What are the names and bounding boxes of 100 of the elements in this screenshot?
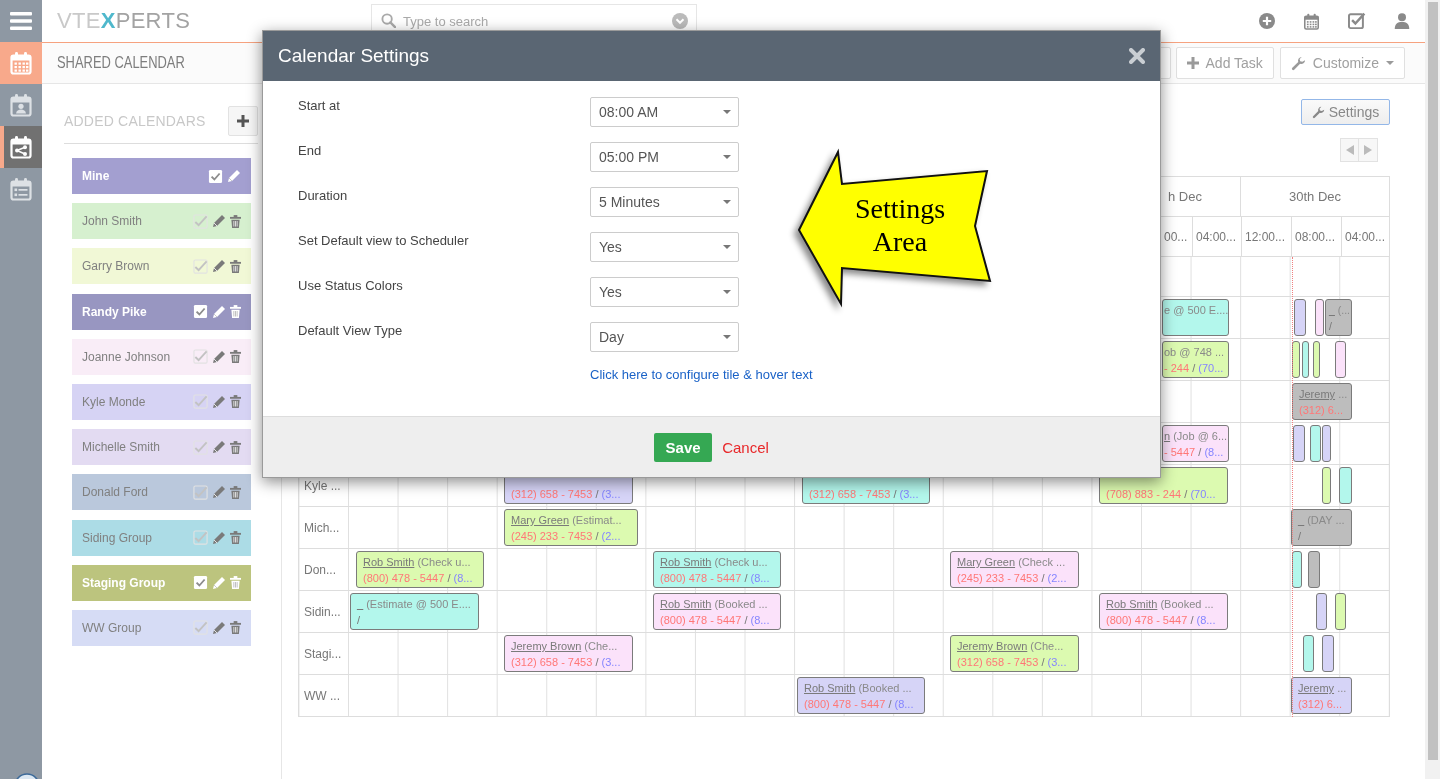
contact-link[interactable]: Rob Smith	[660, 556, 712, 568]
dropdown-field[interactable]: Day	[590, 322, 739, 352]
customize-button[interactable]: Customize	[1279, 47, 1405, 79]
event-block[interactable]: ob @ 748 ... - 244 / (70...	[1162, 341, 1229, 378]
pencil-icon[interactable]	[212, 349, 226, 364]
add-calendar-button[interactable]	[228, 106, 258, 136]
dropdown-field[interactable]: Yes	[590, 277, 739, 307]
add-task-button[interactable]: Add Task	[1175, 47, 1274, 79]
event-block[interactable]: Rob Smith (Check u... (800) 478 - 5447 / (8...	[653, 551, 781, 588]
calendar-icon[interactable]	[1303, 12, 1320, 30]
pencil-icon[interactable]	[212, 530, 226, 545]
contact-link[interactable]: Jeremy	[1298, 682, 1335, 694]
trash-icon[interactable]	[230, 305, 241, 319]
plus-circle-icon[interactable]	[1259, 13, 1275, 29]
event-block[interactable]: e @ 500 E....	[1162, 299, 1229, 336]
next-button[interactable]	[1359, 138, 1378, 162]
save-button[interactable]: Save	[654, 432, 713, 462]
event-block[interactable]	[1335, 593, 1346, 630]
event-block[interactable]: n (Job @ 6... - 5447 / (8...	[1162, 425, 1229, 462]
calendar-item[interactable]: Joanne Johnson	[72, 338, 251, 375]
check-square-icon[interactable]	[193, 213, 208, 229]
event-block[interactable]: Mary Green (Check ... (245) 233 - 7453 / (2...	[950, 551, 1079, 588]
trash-icon[interactable]	[230, 485, 241, 499]
contact-link[interactable]: Jeremy Brown	[957, 640, 1028, 652]
settings-button[interactable]: Settings	[1301, 99, 1390, 125]
check-square-icon[interactable]	[193, 394, 208, 410]
trash-icon[interactable]	[230, 531, 241, 544]
pencil-icon[interactable]	[212, 485, 226, 500]
contact-link[interactable]: n	[1164, 430, 1171, 442]
event-block[interactable]: _ (... /	[1325, 299, 1352, 336]
pencil-icon[interactable]	[212, 214, 226, 229]
check-square-icon[interactable]	[193, 484, 208, 500]
calendar-item[interactable]: Michelle Smith	[72, 429, 251, 466]
event-block[interactable]: Jeremy ... (312) 6...	[1291, 677, 1352, 714]
event-block[interactable]	[1322, 425, 1331, 462]
dropdown-field[interactable]: 05:00 PM	[590, 142, 739, 172]
event-block[interactable]	[1322, 635, 1334, 672]
previous-button[interactable]	[1340, 138, 1359, 162]
event-block[interactable]: Rob Smith (Check u... (800) 478 - 5447 / (8...	[356, 551, 484, 588]
pencil-icon[interactable]	[212, 575, 226, 590]
dropdown-field[interactable]: 08:00 AM	[590, 97, 739, 127]
trash-icon[interactable]	[230, 395, 241, 409]
pencil-icon[interactable]	[212, 440, 226, 455]
trash-icon[interactable]	[230, 576, 241, 590]
event-block[interactable]	[1293, 425, 1305, 462]
event-block[interactable]	[1322, 467, 1331, 504]
pencil-icon[interactable]	[227, 169, 241, 183]
event-block[interactable]	[1294, 299, 1306, 336]
event-block[interactable]: Rob Smith (Booked ... (800) 478 - 5447 / (8...	[797, 677, 925, 714]
event-block[interactable]: _ (Estimate @ 500 E.... /	[350, 593, 479, 630]
contact-link[interactable]: _	[1329, 304, 1335, 316]
contact-link[interactable]: _	[1298, 514, 1305, 526]
contact-link[interactable]: Jeremy Brown	[511, 640, 582, 652]
event-block[interactable]: Jeremy Brown (Che... (312) 658 - 7453 / (3...	[504, 635, 633, 672]
event-block[interactable]	[1315, 299, 1324, 336]
calendar-item[interactable]: John Smith	[72, 203, 251, 240]
calendar-item[interactable]: Kyle Monde	[72, 383, 251, 420]
check-square-icon[interactable]	[193, 349, 208, 365]
pencil-icon[interactable]	[212, 304, 226, 319]
user-icon[interactable]	[1394, 13, 1410, 29]
scrollbar-thumb[interactable]	[1427, 2, 1438, 760]
pencil-icon[interactable]	[212, 620, 226, 635]
event-block[interactable]	[1335, 341, 1346, 378]
contact-link[interactable]: Mary Green	[957, 556, 1016, 568]
trash-icon[interactable]	[230, 440, 241, 454]
contact-link[interactable]: _	[357, 598, 364, 610]
event-block[interactable]	[1292, 551, 1302, 588]
calendar-item[interactable]: Mine	[72, 158, 251, 194]
contact-link[interactable]: Rob Smith	[660, 598, 712, 610]
calendar-item[interactable]: Siding Group	[72, 519, 251, 556]
contact-link[interactable]: Rob Smith	[1106, 598, 1158, 610]
event-block[interactable]	[1302, 341, 1309, 378]
event-block[interactable]	[1339, 467, 1352, 504]
check-square-icon[interactable]	[193, 439, 208, 455]
event-block[interactable]	[1303, 635, 1314, 672]
event-block[interactable]	[1310, 425, 1321, 462]
event-block[interactable]: Mary Green (Estimat... (245) 233 - 7453 / (2...	[504, 509, 638, 546]
check-square-icon[interactable]	[193, 620, 208, 636]
check-square-icon[interactable]	[208, 168, 223, 184]
nav-item[interactable]	[0, 126, 42, 168]
pencil-icon[interactable]	[212, 394, 226, 409]
event-block[interactable]: Rob Smith (Booked ... (800) 478 - 5447 / (8...	[653, 593, 781, 630]
calendar-item[interactable]: WW Group	[72, 609, 251, 646]
event-block[interactable]	[1292, 341, 1300, 378]
calendar-item[interactable]: Garry Brown	[72, 248, 251, 285]
contact-link[interactable]: Rob Smith	[804, 682, 856, 694]
chevron-down-icon[interactable]	[672, 13, 688, 29]
contact-link[interactable]: Jeremy	[1299, 388, 1336, 400]
event-block[interactable]	[1313, 341, 1320, 378]
check-square-icon[interactable]	[193, 304, 208, 320]
trash-icon[interactable]	[230, 259, 241, 273]
dropdown-field[interactable]: Yes	[590, 232, 739, 262]
configure-link[interactable]: Click here to configure tile & hover text	[590, 367, 813, 382]
trash-icon[interactable]	[230, 621, 241, 635]
event-block[interactable]: Rob Smith (Booked ... (800) 478 - 5447 / (8...	[1099, 593, 1228, 630]
check-square-icon[interactable]	[1348, 12, 1366, 30]
event-block[interactable]: Jeremy ... (312) 6...	[1292, 383, 1352, 420]
trash-icon[interactable]	[230, 350, 241, 364]
cancel-link[interactable]: Cancel	[722, 438, 769, 456]
calendar-item[interactable]: Randy Pike	[72, 293, 251, 330]
